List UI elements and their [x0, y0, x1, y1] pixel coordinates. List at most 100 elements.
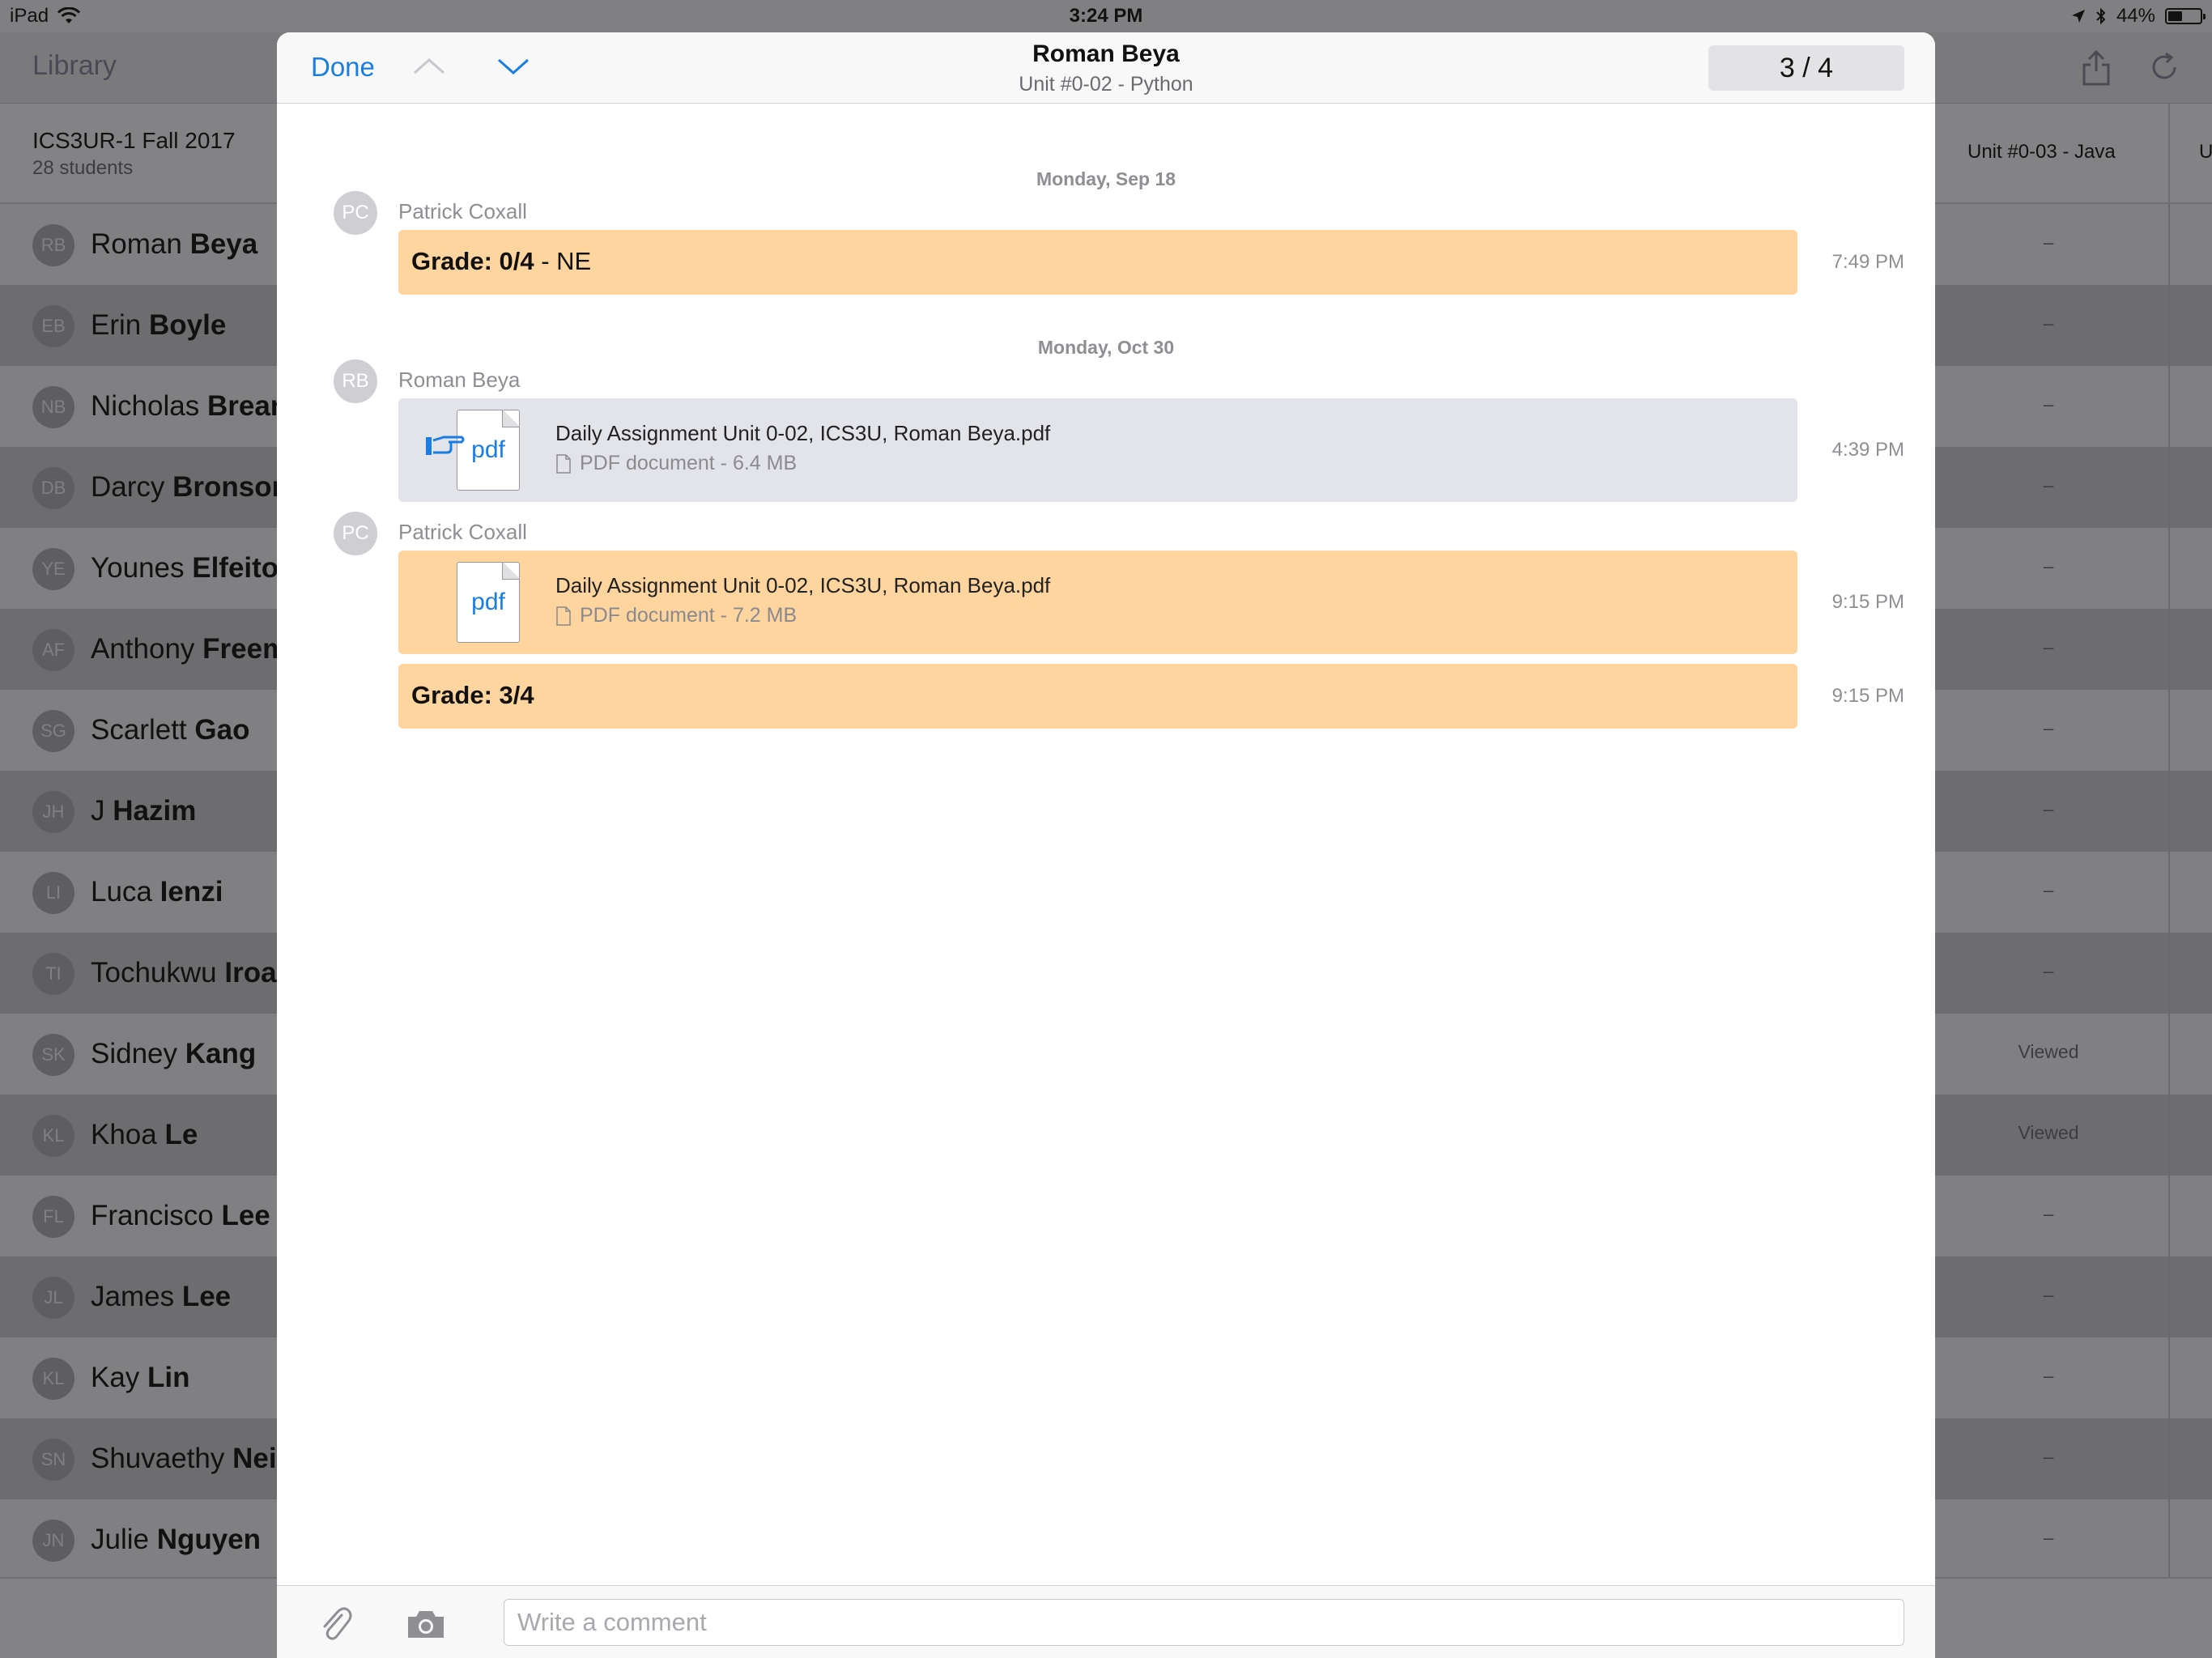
attachment-bubble[interactable]: pdf Daily Assignment Unit 0-02, ICS3U, R… [398, 398, 1797, 502]
student-name: Shuvaethy Neil [91, 1443, 285, 1474]
avatar: YE [32, 548, 74, 590]
submission-status: – [2043, 393, 2054, 414]
refresh-icon[interactable] [2144, 47, 2184, 87]
student-name: Sidney Kang [91, 1038, 257, 1069]
comment-composer [277, 1585, 1935, 1658]
course-name: ICS3UR-1 Fall 2017 [32, 128, 236, 153]
submission-status: – [2043, 717, 2054, 738]
paperclip-icon[interactable] [317, 1604, 353, 1643]
avatar: JN [32, 1520, 74, 1562]
avatar: KL [32, 1115, 74, 1157]
student-name: Luca Ienzi [91, 876, 223, 908]
avatar: SK [32, 1034, 74, 1076]
author-name: Patrick Coxall [398, 199, 527, 223]
timestamp: 4:39 PM [1831, 439, 1904, 461]
avatar: NB [32, 386, 74, 428]
submission-status: – [2043, 798, 2054, 819]
column-divider [2168, 104, 2170, 202]
submission-status: – [2043, 960, 2054, 981]
bluetooth-icon [2096, 7, 2106, 25]
grade-bubble: Grade: 0/4 - NE [398, 230, 1797, 295]
student-name: Anthony Freem [91, 633, 288, 665]
student-name: Darcy Bronson [91, 471, 290, 503]
avatar: JH [32, 791, 74, 833]
student-name: Tochukwu Iroal [91, 957, 285, 988]
file-meta: PDF document - 7.2 MB [555, 604, 797, 627]
student-name: J Hazim [91, 795, 197, 827]
file-name: Daily Assignment Unit 0-02, ICS3U, Roman… [555, 421, 1051, 445]
submission-status: – [2043, 232, 2054, 253]
timestamp: 9:15 PM [1831, 591, 1904, 613]
status-bar: iPad 3:24 PM 44% [0, 0, 2212, 32]
submission-status: – [2043, 555, 2054, 576]
date-separator: Monday, Sep 18 [1036, 168, 1176, 189]
student-name: Khoa Le [91, 1119, 198, 1150]
student-name: Francisco Lee [91, 1200, 270, 1231]
student-name: Younes Elfeitor [91, 552, 290, 584]
attachment-bubble[interactable]: pdf Daily Assignment Unit 0-02, ICS3U, R… [398, 551, 1797, 654]
grade-text: Grade: 0/4 [411, 247, 534, 275]
avatar: EB [32, 305, 74, 347]
avatar: RB [334, 359, 377, 403]
modal-header: Done Roman Beya Unit #0-02 - Python 3 / … [277, 32, 1935, 104]
avatar: AF [32, 629, 74, 671]
submission-status: – [2043, 474, 2054, 495]
grade-note: - NE [534, 247, 592, 275]
student-name: Scarlett Gao [91, 714, 250, 746]
avatar: JL [32, 1277, 74, 1319]
author-name: Patrick Coxall [398, 520, 527, 544]
battery-icon [2165, 8, 2206, 24]
avatar: TI [32, 953, 74, 995]
student-title: Roman Beya [1032, 40, 1180, 67]
student-name: Roman Beya [91, 228, 258, 260]
column-header-next[interactable]: U [2199, 141, 2212, 164]
grade-bubble: Grade: 3/4 [398, 664, 1797, 729]
avatar: KL [32, 1358, 74, 1400]
submission-status: – [2043, 1203, 2054, 1224]
submission-counter: 3 / 4 [1708, 45, 1904, 91]
submission-status: Viewed [2018, 1122, 2079, 1143]
submission-status: – [2043, 1527, 2054, 1548]
hand-in-icon [426, 436, 465, 455]
document-icon [556, 606, 571, 626]
submission-status: – [2043, 636, 2054, 657]
location-arrow-icon [2071, 10, 2085, 23]
grade-text: Grade: 3/4 [411, 681, 534, 709]
student-name: James Lee [91, 1281, 232, 1312]
author-name: Roman Beya [398, 368, 521, 392]
student-name: Julie Nguyen [91, 1524, 262, 1555]
submission-status: – [2043, 879, 2054, 900]
submission-status: – [2043, 1446, 2054, 1467]
file-name: Daily Assignment Unit 0-02, ICS3U, Roman… [555, 573, 1051, 597]
submission-status: Viewed [2018, 1041, 2079, 1062]
document-icon [556, 453, 571, 474]
column-header-unit-0-03[interactable]: Unit #0-03 - Java [1967, 141, 2116, 164]
student-name: Nicholas Brean [91, 390, 288, 422]
submission-status: – [2043, 1365, 2054, 1386]
comment-input[interactable] [504, 1599, 1904, 1646]
avatar: PC [334, 512, 377, 555]
submission-status: – [2043, 1284, 2054, 1305]
share-icon[interactable] [2076, 47, 2116, 87]
file-meta: PDF document - 6.4 MB [555, 452, 797, 475]
student-name: Erin Boyle [91, 309, 227, 341]
assignment-subtitle: Unit #0-02 - Python [1019, 73, 1193, 96]
battery-percent: 44% [2116, 5, 2155, 27]
pdf-file-icon: pdf [457, 562, 520, 643]
submission-status: – [2043, 312, 2054, 334]
library-back-button[interactable]: Library [32, 50, 117, 82]
date-separator: Monday, Oct 30 [1037, 337, 1175, 358]
avatar: RB [32, 224, 74, 266]
camera-icon[interactable] [405, 1607, 447, 1641]
submission-modal: Done Roman Beya Unit #0-02 - Python 3 / … [277, 32, 1935, 1658]
avatar: LI [32, 872, 74, 914]
avatar: SG [32, 710, 74, 752]
timestamp: 7:49 PM [1831, 251, 1904, 273]
avatar: DB [32, 467, 74, 509]
clock: 3:24 PM [1069, 5, 1143, 27]
timestamp: 9:15 PM [1831, 685, 1904, 707]
student-name: Kay Lin [91, 1362, 190, 1393]
avatar: PC [334, 191, 377, 235]
student-count: 28 students [32, 157, 134, 179]
avatar: SN [32, 1439, 74, 1481]
